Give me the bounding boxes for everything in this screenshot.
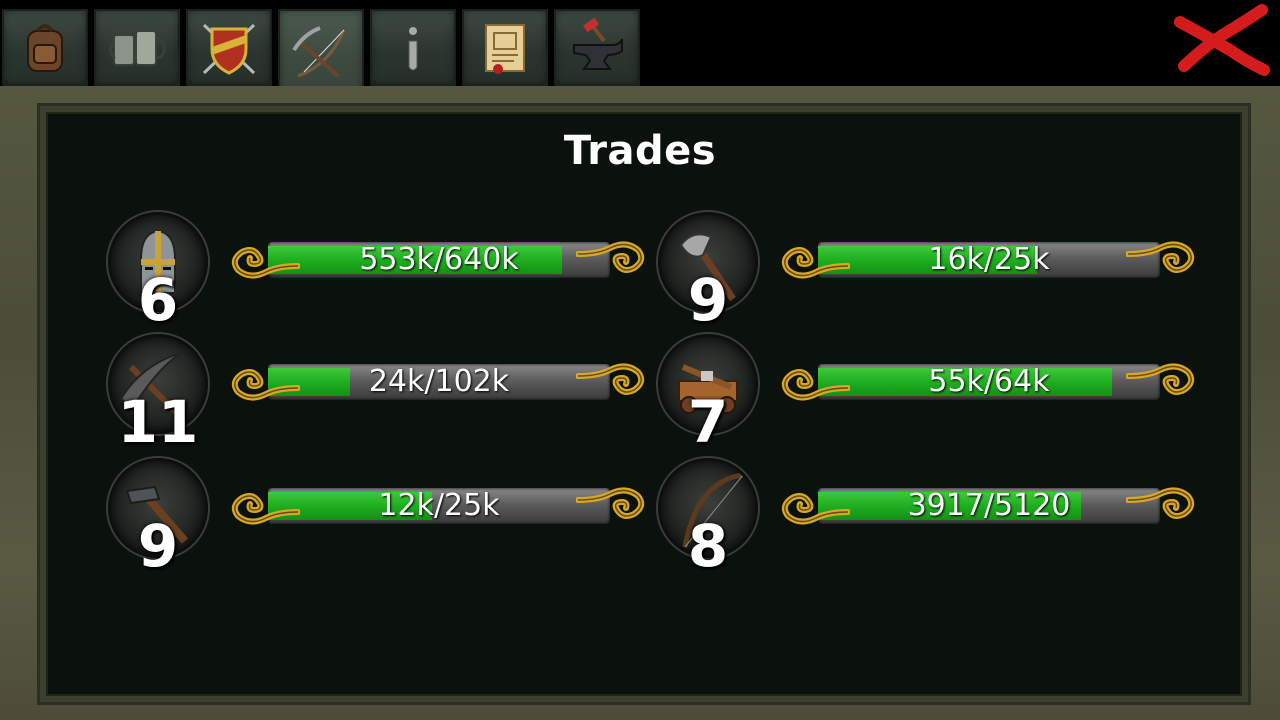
tab-combat[interactable] [186,9,272,86]
tab-crafting[interactable] [554,9,640,86]
close-button[interactable] [1172,4,1272,76]
tab-quests[interactable] [462,9,548,86]
tankards-icon [108,29,166,66]
trade-level: 9 [137,512,179,580]
trade-row-4: 7 55k/64k [658,334,1218,454]
tab-tavern[interactable] [94,9,180,86]
tab-info[interactable] [370,9,456,86]
progress-label: 12k/25k [378,488,500,523]
trade-row-6: 8 3917/5120 [658,458,1218,578]
trade-progress-bar: 3917/5120 [778,478,1198,534]
info-icon [408,26,418,70]
trade-row-5: 9 12k/25k [108,458,668,578]
close-icon [1174,4,1270,76]
anvil-icon [573,17,623,70]
trade-level: 11 [117,388,199,456]
tab-bar [0,0,1280,93]
progress-label: 55k/64k [928,364,1050,399]
progress-label: 3917/5120 [907,488,1071,523]
trade-progress-bar: 55k/64k [778,354,1198,410]
trade-level: 8 [687,512,729,580]
trade-level: 7 [687,388,729,456]
progress-label: 24k/102k [368,364,510,399]
scroll-map-icon [485,23,525,74]
backpack-icon [27,23,63,72]
shield-swords-icon [202,23,256,75]
progress-label: 553k/640k [359,242,519,277]
trade-progress-bar: 16k/25k [778,232,1198,288]
trade-progress-bar: 24k/102k [228,354,648,410]
trade-level: 9 [687,266,729,334]
trade-progress-bar: 553k/640k [228,232,648,288]
trade-progress-bar: 12k/25k [228,478,648,534]
pickaxe-bow-icon [292,26,346,78]
page-title: Trades [563,128,717,174]
progress-label: 16k/25k [928,242,1050,277]
trade-row-2: 9 16k/25k [658,212,1218,332]
tab-trades[interactable] [278,9,364,93]
trade-row-3: 11 24k/102k [108,334,668,454]
tab-inventory[interactable] [2,9,88,86]
trade-row-1: 6 553k/640k [108,212,668,332]
trade-level: 6 [137,266,179,334]
